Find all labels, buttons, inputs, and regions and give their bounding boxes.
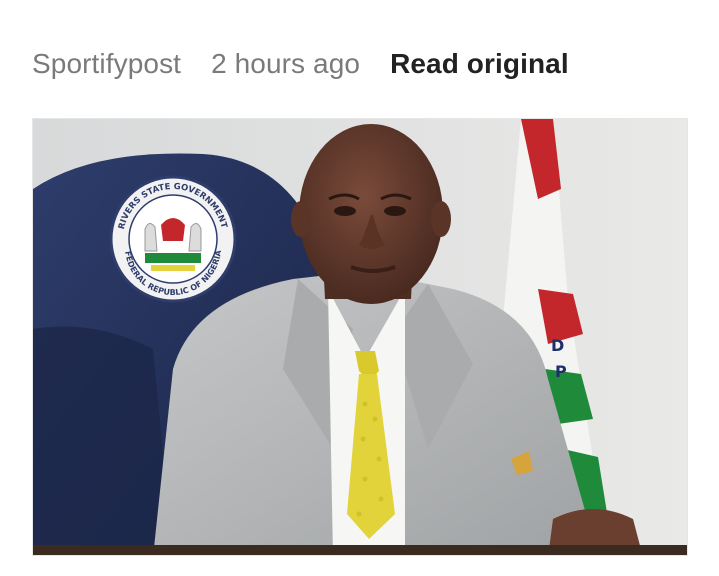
source-name[interactable]: Sportifypost bbox=[32, 48, 181, 80]
photo-illustration: D P RIVERS STATE GOVERNMENT FEDERAL REPU… bbox=[33, 119, 687, 555]
svg-text:P: P bbox=[555, 362, 567, 381]
desk bbox=[33, 545, 687, 555]
svg-text:D: D bbox=[551, 336, 564, 355]
state-seal: RIVERS STATE GOVERNMENT FEDERAL REPUBLIC… bbox=[109, 175, 237, 303]
article-photo[interactable]: D P RIVERS STATE GOVERNMENT FEDERAL REPU… bbox=[32, 118, 688, 556]
read-original-link[interactable]: Read original bbox=[390, 48, 569, 80]
article-meta-row: Sportifypost 2 hours ago Read original bbox=[32, 44, 569, 84]
timestamp: 2 hours ago bbox=[211, 48, 361, 79]
